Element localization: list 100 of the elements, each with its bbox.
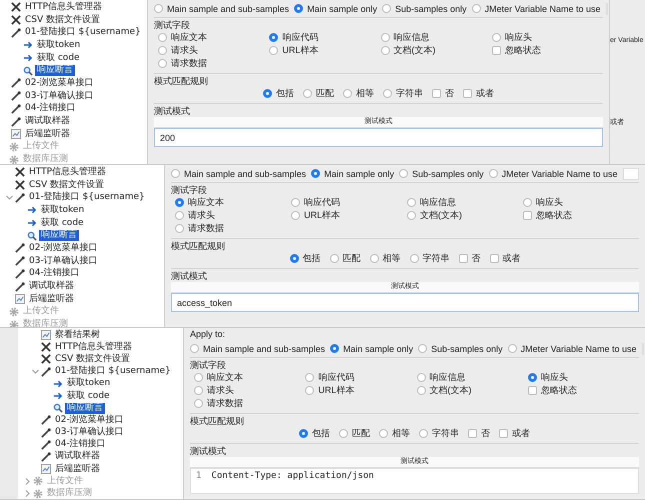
radio-button[interactable] [194, 373, 203, 382]
checkbox[interactable] [463, 89, 472, 98]
tree-item[interactable]: 02-浏览菜单接口 [23, 78, 96, 89]
tree-item[interactable]: 01-登陆接口 ${username} [27, 192, 147, 204]
radio-button[interactable] [291, 198, 300, 207]
variable-name-field[interactable] [622, 168, 639, 180]
checkbox[interactable] [490, 254, 498, 263]
tree-item[interactable]: HTTP信息头管理器 [53, 342, 134, 353]
radio-button[interactable] [303, 89, 312, 98]
tree-item[interactable]: 获取token [35, 40, 82, 51]
tree-item[interactable]: 02-浏览菜单接口 [53, 414, 126, 426]
tree-item[interactable]: HTTP信息头管理器 [23, 2, 104, 13]
radio-button[interactable] [194, 386, 203, 395]
tree-item[interactable]: 调试取样器 [53, 451, 102, 462]
radio-button[interactable] [158, 33, 167, 42]
radio-button[interactable] [370, 254, 378, 263]
radio-button[interactable] [416, 373, 426, 382]
tree-item[interactable]: 获取token [39, 204, 86, 216]
radio-button[interactable] [407, 198, 416, 207]
tree-item[interactable]: 响应断言 [35, 65, 75, 76]
radio-button[interactable] [175, 211, 184, 220]
tree-item[interactable]: CSV 数据文件设置 [53, 354, 132, 365]
tree-item[interactable]: 03-订单确认接口 [23, 90, 96, 102]
checkbox[interactable] [492, 46, 501, 55]
radio-button[interactable] [290, 254, 298, 263]
radio-button[interactable] [190, 344, 199, 353]
tree-item[interactable]: 获取 code [35, 52, 82, 64]
radio-button[interactable] [379, 429, 388, 438]
radio-button[interactable] [382, 4, 392, 13]
tree-item[interactable]: 04-注销接口 [27, 268, 82, 280]
radio-button[interactable] [175, 198, 184, 207]
tree-item[interactable]: 后端监听器 [53, 464, 102, 475]
radio-button[interactable] [269, 46, 278, 55]
checkbox[interactable] [458, 254, 468, 263]
radio-button[interactable] [418, 344, 428, 353]
option-label: URL样本 [318, 384, 354, 397]
checkbox[interactable] [499, 429, 508, 438]
radio-button[interactable] [488, 169, 498, 178]
tree-item[interactable]: 调试取样器 [27, 281, 76, 292]
radio-button[interactable] [330, 254, 338, 263]
radio-button[interactable] [399, 169, 408, 178]
radio-button[interactable] [305, 386, 314, 395]
radio-button[interactable] [330, 344, 340, 353]
variable-name-field[interactable] [606, 2, 608, 14]
radio-button[interactable] [343, 89, 352, 98]
expand-toggle-icon[interactable] [32, 368, 39, 376]
pattern-field[interactable]: access_token [171, 293, 639, 312]
tree-item[interactable]: 后端监听器 [27, 294, 76, 305]
checkbox[interactable] [432, 89, 441, 98]
radio-button[interactable] [194, 399, 203, 408]
radio-button[interactable] [528, 373, 537, 382]
tree-item[interactable]: HTTP信息头管理器 [27, 166, 108, 178]
tree-item[interactable]: 04-注销接口 [53, 439, 108, 450]
tree-item[interactable]: 01-登陆接口 ${username} [53, 366, 173, 378]
radio-button[interactable] [158, 59, 167, 68]
tree-item[interactable]: 获取token [65, 378, 112, 390]
checkbox[interactable] [528, 386, 537, 395]
checkbox[interactable] [523, 211, 532, 220]
radio-button[interactable] [299, 429, 308, 438]
radio-button[interactable] [263, 89, 272, 98]
radio-button[interactable] [291, 211, 300, 220]
pattern-field[interactable]: 1 Content-Type: application/json [190, 468, 639, 494]
tree-item[interactable]: CSV 数据文件设置 [27, 180, 106, 191]
tree-item[interactable]: 后端监听器 [23, 128, 72, 140]
radio-button[interactable] [407, 211, 416, 220]
tree-item[interactable]: 察看结果树 [53, 330, 102, 341]
radio-button[interactable] [508, 344, 517, 353]
tree-item[interactable]: 01-登陆接口 ${username} [23, 27, 143, 38]
tree-item[interactable]: 03-订单确认接口 [53, 427, 126, 438]
radio-button[interactable] [380, 33, 390, 42]
tree-item[interactable]: 响应断言 [65, 402, 105, 414]
radio-button[interactable] [158, 46, 167, 55]
tree-item[interactable]: 04-注销接口 [23, 103, 78, 114]
radio-button[interactable] [305, 373, 314, 382]
radio-button[interactable] [154, 4, 163, 13]
radio-button[interactable] [383, 89, 392, 98]
radio-button[interactable] [472, 4, 481, 13]
radio-button[interactable] [416, 386, 426, 395]
tree-item[interactable]: 03-订单确认接口 [27, 256, 100, 267]
tree-item[interactable]: 调试取样器 [23, 116, 72, 128]
expand-toggle-icon[interactable] [6, 194, 13, 202]
radio-button[interactable] [419, 429, 428, 438]
tree-item[interactable]: 获取 code [65, 390, 112, 402]
checkbox[interactable] [468, 429, 477, 438]
radio-button[interactable] [339, 429, 348, 438]
pattern-field[interactable]: 200 [154, 128, 603, 147]
radio-button[interactable] [492, 33, 501, 42]
radio-button[interactable] [294, 4, 304, 13]
radio-button[interactable] [175, 224, 184, 233]
radio-button[interactable] [523, 198, 532, 207]
tree-item[interactable]: 获取 code [39, 218, 86, 229]
radio-button[interactable] [410, 254, 418, 263]
radio-button[interactable] [269, 33, 278, 42]
radio-button[interactable] [380, 46, 390, 55]
radio-button[interactable] [171, 169, 180, 178]
tree-item[interactable]: CSV 数据文件设置 [23, 14, 102, 26]
tree-item[interactable]: 02-浏览菜单接口 [27, 242, 100, 254]
radio-button[interactable] [311, 169, 320, 178]
option-label: 包括 [276, 87, 294, 100]
tree-item[interactable]: 响应断言 [39, 230, 79, 242]
